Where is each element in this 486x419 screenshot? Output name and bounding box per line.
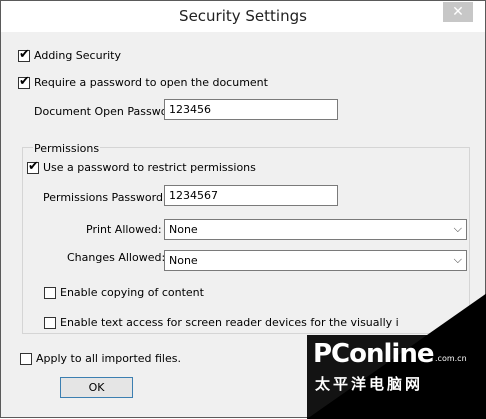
pconline-watermark: PConline .com.cn 太平洋电脑网 [307, 293, 486, 419]
changes-allowed-select[interactable]: None ⌵ [164, 250, 467, 271]
watermark-logo: PConline [313, 339, 434, 369]
print-allowed-label: Print Allowed: [86, 223, 162, 236]
use-permissions-password-checkbox[interactable]: ✔ [27, 159, 39, 174]
permissions-password-input[interactable]: 1234567 [164, 185, 338, 206]
apply-all-checkbox[interactable] [20, 353, 32, 365]
adding-security-checkbox[interactable]: ✔ [18, 47, 30, 62]
chevron-down-icon: ⌵ [453, 253, 462, 266]
changes-allowed-label: Changes Allowed: [67, 251, 166, 264]
ok-button[interactable]: OK [60, 377, 133, 398]
title-bar: Security Settings ✕ [1, 1, 485, 32]
print-allowed-select[interactable]: None ⌵ [164, 219, 467, 240]
require-password-checkbox[interactable]: ✔ [18, 74, 30, 89]
print-allowed-value: None [169, 223, 198, 236]
close-button[interactable]: ✕ [443, 2, 473, 22]
checkmark-icon: ✔ [28, 159, 39, 174]
enable-copying-checkbox[interactable] [44, 287, 56, 299]
permissions-group-title: Permissions [33, 142, 101, 155]
open-password-label: Document Open Password: [34, 105, 183, 118]
changes-allowed-value: None [169, 254, 198, 267]
require-password-label: Require a password to open the document [34, 76, 268, 89]
chevron-down-icon: ⌵ [453, 222, 462, 235]
watermark-chinese: 太平洋电脑网 [315, 375, 424, 393]
enable-text-access-checkbox[interactable] [44, 317, 56, 329]
use-permissions-password-label: Use a password to restrict permissions [43, 161, 256, 174]
dialog-title: Security Settings [179, 7, 307, 25]
enable-copying-label: Enable copying of content [60, 286, 204, 299]
permissions-password-label: Permissions Password: [43, 191, 167, 204]
security-settings-dialog: Security Settings ✕ ✔ Adding Security ✔ … [0, 0, 486, 419]
open-password-input[interactable]: 123456 [164, 99, 338, 120]
close-icon: ✕ [452, 4, 464, 20]
apply-all-label: Apply to all imported files. [36, 352, 181, 365]
checkmark-icon: ✔ [19, 74, 30, 89]
watermark-domain: .com.cn [435, 354, 467, 363]
adding-security-label: Adding Security [34, 49, 121, 62]
checkmark-icon: ✔ [19, 47, 30, 62]
